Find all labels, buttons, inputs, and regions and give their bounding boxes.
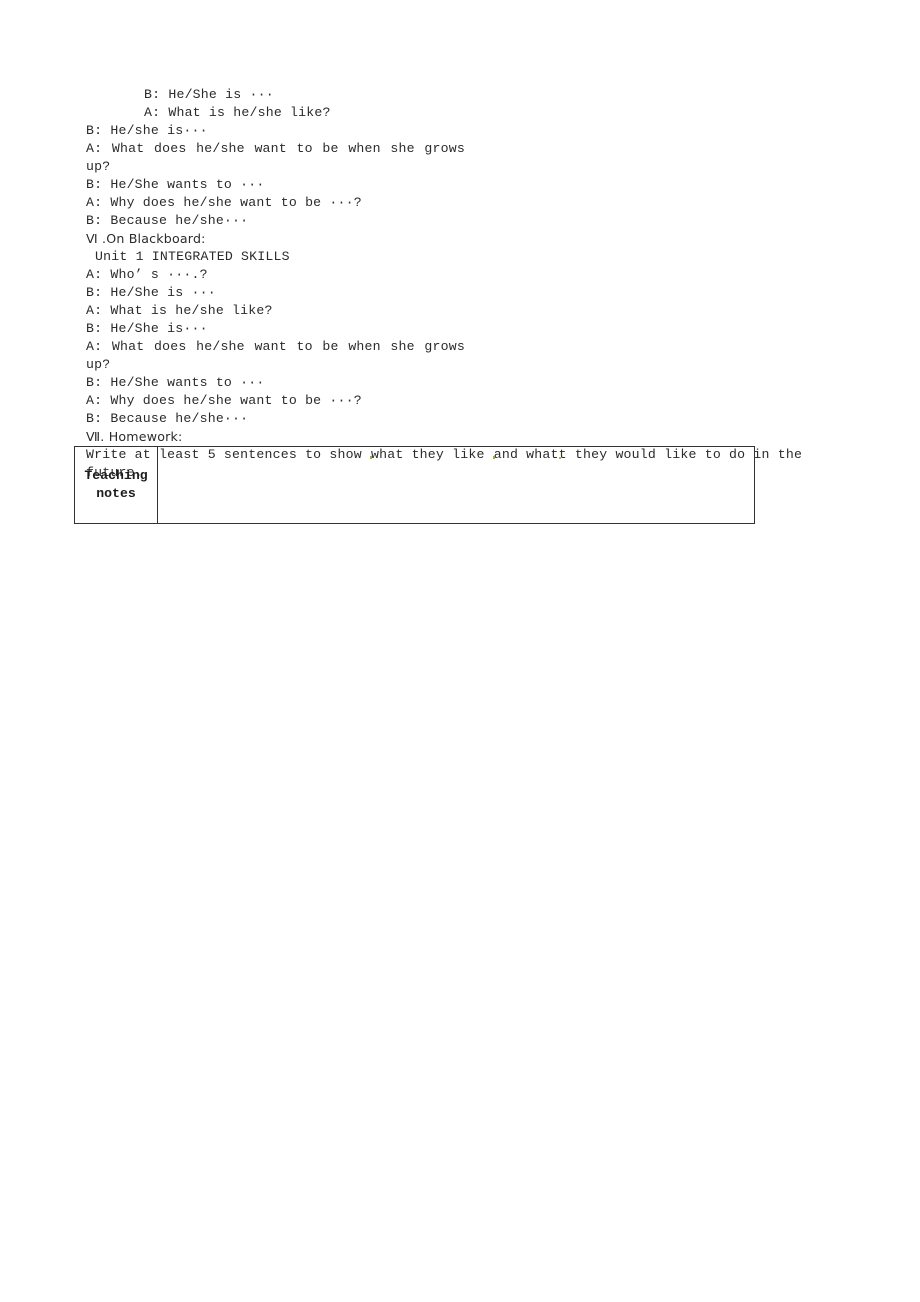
- blackboard-unit-title: Unit 1 INTEGRATED SKILLS: [95, 249, 290, 264]
- dialogue-line: B: He/she is···: [86, 123, 208, 138]
- dialogue-line: B: He/She wants to ···: [86, 177, 265, 192]
- dialogue-line: B: Because he/she···: [86, 411, 249, 426]
- dialogue-line: B: Because he/she···: [86, 213, 249, 228]
- teaching-notes-label: Teaching notes: [84, 467, 147, 503]
- document-page: B: He/She is ··· A: What is he/she like?…: [0, 0, 920, 1302]
- dialogue-line: A: What does he/she want to be when she …: [86, 339, 465, 372]
- dialogue-line: B: He/She wants to ···: [86, 375, 265, 390]
- teaching-notes-label-line-1: Teaching: [84, 468, 148, 483]
- dialogue-line: A: What is he/she like?: [144, 105, 331, 120]
- dialogue-line: A: What is he/she like?: [86, 303, 273, 318]
- document-body: B: He/She is ··· A: What is he/she like?…: [86, 86, 834, 482]
- teaching-notes-label-line-2: notes: [96, 486, 136, 501]
- dialogue-line: B: He/She is···: [86, 321, 208, 336]
- dialogue-line: B: He/She is ···: [144, 87, 274, 102]
- dialogue-line: A: Why does he/she want to be ···?: [86, 195, 362, 210]
- section-heading-homework: Ⅶ. Homework:: [86, 429, 183, 444]
- teaching-notes-label-cell: Teaching notes: [75, 447, 158, 523]
- section-heading-blackboard: Ⅵ .On Blackboard:: [86, 231, 206, 246]
- dialogue-line: B: He/She is ···: [86, 285, 216, 300]
- dialogue-line: A: Why does he/she want to be ···?: [86, 393, 362, 408]
- teaching-notes-table: Teaching notes: [74, 446, 755, 524]
- dialogue-line: A: Who’ s ···.?: [86, 267, 208, 282]
- dialogue-line: A: What does he/she want to be when she …: [86, 141, 465, 174]
- teaching-notes-body-cell[interactable]: [158, 447, 754, 523]
